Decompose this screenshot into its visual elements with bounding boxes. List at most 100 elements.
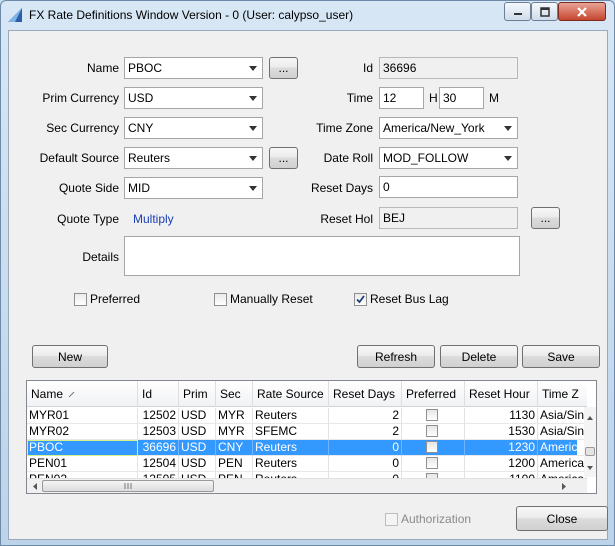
id-field: 36696: [379, 57, 518, 79]
reset-days-field[interactable]: 0: [379, 176, 518, 198]
table-cell-id[interactable]: 12502: [138, 408, 179, 424]
table-cell-source[interactable]: Reuters: [253, 408, 329, 424]
reset-bus-lag-label: Reset Bus Lag: [370, 292, 449, 306]
maximize-button[interactable]: [531, 2, 558, 21]
column-header-reset-days[interactable]: Reset Days: [329, 381, 402, 407]
date-roll-value: MOD_FOLLOW: [383, 151, 469, 165]
preferred-cell-checkbox[interactable]: [426, 409, 438, 421]
table-cell-reset-hour[interactable]: 1530: [465, 424, 538, 440]
table-cell-tz[interactable]: Asia/Sin: [538, 424, 587, 440]
table-cell-reset-hour[interactable]: 1130: [465, 408, 538, 424]
table-cell-sec[interactable]: PEN: [216, 456, 253, 472]
scroll-down-icon[interactable]: [584, 463, 596, 473]
time-minute-field[interactable]: 30: [439, 87, 484, 109]
table-cell-prim[interactable]: USD: [179, 456, 216, 472]
time-label: Time: [346, 91, 373, 105]
save-button[interactable]: Save: [522, 345, 600, 368]
table-cell-reset-days[interactable]: 2: [329, 424, 402, 440]
table-row[interactable]: MYR02 12503 USD MYR SFEMC 2 1530 Asia/Sin: [27, 424, 587, 440]
table-cell-id[interactable]: 36696: [138, 440, 179, 456]
chevron-down-icon[interactable]: [244, 149, 261, 167]
scroll-left-icon[interactable]: [30, 480, 40, 493]
reset-hol-field: BEJ: [379, 207, 518, 229]
preferred-cell-checkbox[interactable]: [426, 425, 438, 437]
table-cell-name[interactable]: PEN01: [27, 456, 138, 472]
table-cell-prim[interactable]: USD: [179, 424, 216, 440]
horizontal-scroll-thumb[interactable]: [42, 480, 214, 492]
column-header-rate-source[interactable]: Rate Source: [253, 381, 329, 407]
table-cell-tz[interactable]: Asia/Sin: [538, 408, 587, 424]
sec-currency-combo[interactable]: CNY: [124, 117, 263, 139]
table-cell-preferred: [402, 408, 465, 424]
preferred-cell-checkbox[interactable]: [426, 457, 438, 469]
rate-definitions-table[interactable]: Name Id Prim Sec Rate Source Reset Days …: [26, 380, 597, 494]
table-cell-sec[interactable]: MYR: [216, 408, 253, 424]
time-hour-field[interactable]: 12: [379, 87, 424, 109]
table-cell-reset-days[interactable]: 0: [329, 440, 402, 456]
table-cell-id[interactable]: 12503: [138, 424, 179, 440]
column-header-sec[interactable]: Sec: [216, 381, 253, 407]
details-textarea[interactable]: [124, 236, 520, 276]
table-cell-reset-hour[interactable]: 1230: [465, 440, 538, 456]
manually-reset-checkbox[interactable]: [214, 293, 227, 306]
delete-button[interactable]: Delete: [440, 345, 518, 368]
column-header-prim[interactable]: Prim: [179, 381, 216, 407]
time-minute-value: 30: [443, 91, 457, 105]
scroll-up-icon[interactable]: [584, 413, 596, 423]
chevron-down-icon[interactable]: [244, 59, 261, 77]
table-cell-tz[interactable]: America: [538, 440, 587, 456]
table-cell-reset-days[interactable]: 2: [329, 408, 402, 424]
preferred-checkbox[interactable]: [74, 293, 87, 306]
default-source-combo[interactable]: Reuters: [124, 147, 263, 169]
table-cell-name[interactable]: MYR02: [27, 424, 138, 440]
column-header-label: Name: [31, 387, 64, 401]
refresh-button[interactable]: Refresh: [357, 345, 435, 368]
table-cell-sec[interactable]: MYR: [216, 424, 253, 440]
quote-side-combo[interactable]: MID: [124, 177, 263, 199]
table-cell-source[interactable]: Reuters: [253, 440, 329, 456]
scroll-right-icon[interactable]: [559, 480, 569, 493]
quote-side-value: MID: [128, 181, 150, 195]
chevron-down-icon[interactable]: [244, 179, 261, 197]
table-row[interactable]: PEN01 12504 USD PEN Reuters 0 1200 America: [27, 456, 587, 472]
date-roll-combo[interactable]: MOD_FOLLOW: [379, 147, 518, 169]
table-cell-name[interactable]: MYR01: [27, 408, 138, 424]
new-button[interactable]: New: [32, 345, 108, 368]
table-cell-source[interactable]: Reuters: [253, 456, 329, 472]
horizontal-scrollbar[interactable]: [27, 478, 587, 493]
chevron-down-icon[interactable]: [244, 89, 261, 107]
name-combo[interactable]: PBOC: [124, 57, 263, 79]
table-row[interactable]: MYR01 12502 USD MYR Reuters 2 1130 Asia/Sin: [27, 408, 587, 424]
vertical-scroll-thumb[interactable]: [585, 447, 595, 456]
column-header-preferred[interactable]: Preferred: [402, 381, 465, 407]
table-cell-preferred: [402, 440, 465, 456]
table-cell-reset-days[interactable]: 0: [329, 456, 402, 472]
preferred-cell-checkbox[interactable]: [426, 441, 438, 453]
title-bar[interactable]: FX Rate Definitions Window Version - 0 (…: [1, 1, 614, 29]
table-cell-reset-hour[interactable]: 1200: [465, 456, 538, 472]
column-header-reset-hour[interactable]: Reset Hour: [465, 381, 538, 407]
column-header-id[interactable]: Id: [138, 381, 179, 407]
reset-bus-lag-checkbox[interactable]: [354, 293, 367, 306]
table-cell-id[interactable]: 12504: [138, 456, 179, 472]
column-header-time-zone[interactable]: Time Z: [538, 381, 587, 407]
table-cell-tz[interactable]: America: [538, 456, 587, 472]
reset-hol-browse-button[interactable]: ...: [531, 207, 560, 229]
table-cell-prim[interactable]: USD: [179, 408, 216, 424]
table-cell-sec[interactable]: CNY: [216, 440, 253, 456]
table-row[interactable]: PBOC 36696 USD CNY Reuters 0 1230 America: [27, 440, 587, 456]
time-zone-combo[interactable]: America/New_York: [379, 117, 518, 139]
table-cell-prim[interactable]: USD: [179, 440, 216, 456]
minimize-button[interactable]: [504, 2, 531, 21]
close-window-button[interactable]: [558, 2, 606, 21]
chevron-down-icon[interactable]: [499, 149, 516, 167]
table-cell-name[interactable]: PBOC: [27, 440, 138, 456]
chevron-down-icon[interactable]: [499, 119, 516, 137]
table-cell-source[interactable]: SFEMC: [253, 424, 329, 440]
close-button[interactable]: Close: [516, 506, 608, 531]
column-header-name[interactable]: Name: [27, 381, 138, 407]
chevron-down-icon[interactable]: [244, 119, 261, 137]
authorization-checkbox[interactable]: [385, 513, 398, 526]
vertical-scrollbar[interactable]: [584, 407, 596, 477]
prim-currency-combo[interactable]: USD: [124, 87, 263, 109]
